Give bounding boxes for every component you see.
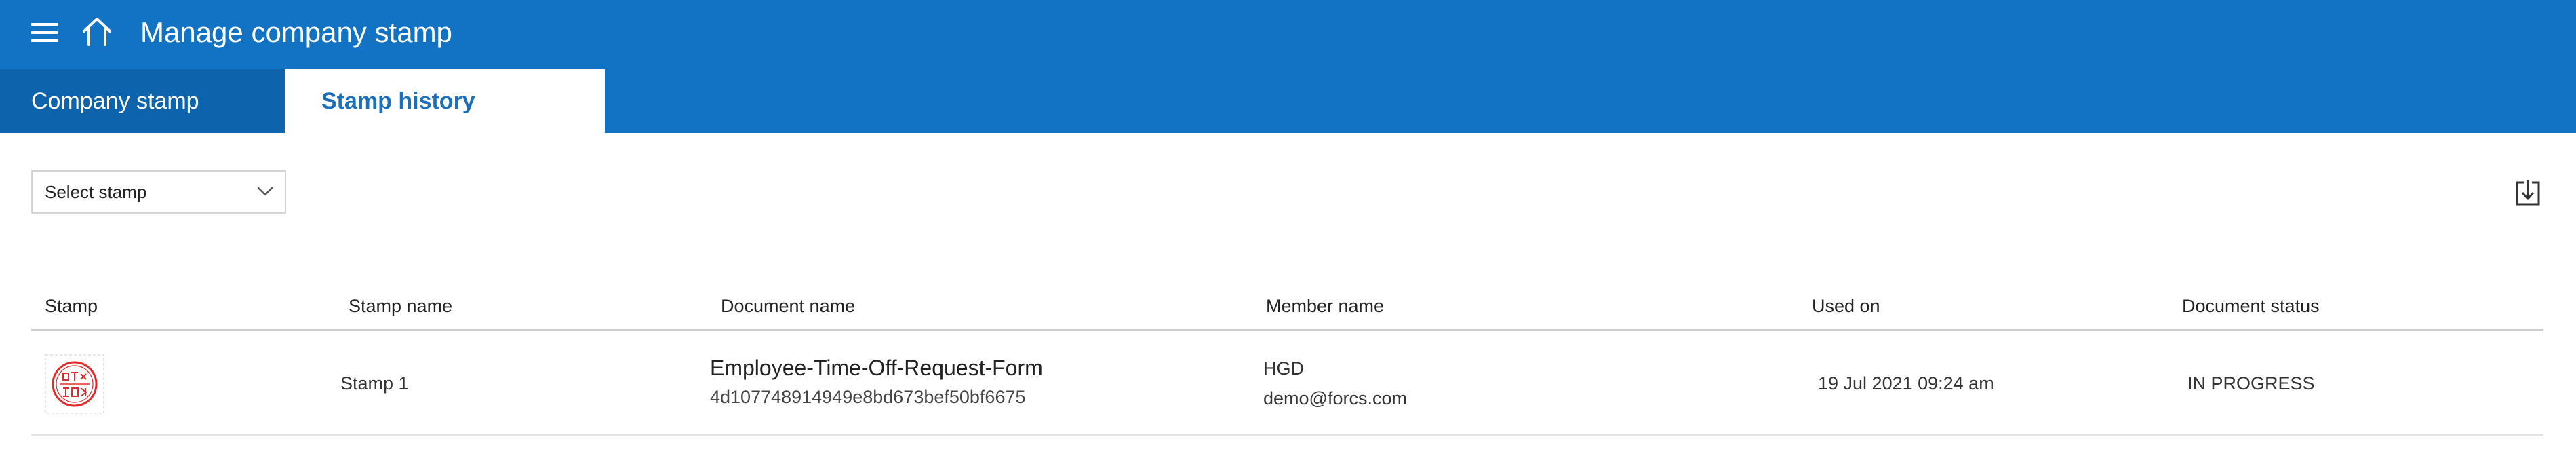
- used-on-cell: 19 Jul 2021 09:24 am: [1818, 373, 1994, 394]
- table-row[interactable]: Stamp 1 Employee-Time-Off-Request-Form 4…: [31, 332, 2543, 436]
- top-bar: Manage company stamp Company stamp Stamp…: [0, 0, 2576, 133]
- stamp-name-cell: Stamp 1: [340, 373, 409, 394]
- column-header-member-name[interactable]: Member name: [1266, 296, 1384, 317]
- column-header-used-on[interactable]: Used on: [1812, 296, 1880, 317]
- stamp-select-value: Select stamp: [45, 182, 147, 202]
- document-name-link[interactable]: Employee-Time-Off-Request-Form: [710, 356, 1043, 381]
- stamp-image: [45, 354, 104, 414]
- member-email: demo@forcs.com: [1263, 388, 1407, 408]
- column-header-stamp-name[interactable]: Stamp name: [349, 296, 452, 317]
- stamp-select[interactable]: Select stamp: [31, 170, 286, 214]
- download-icon[interactable]: [2515, 180, 2541, 206]
- column-header-stamp[interactable]: Stamp: [45, 296, 98, 317]
- column-header-document-status[interactable]: Document status: [2182, 296, 2320, 317]
- page-title: Manage company stamp: [140, 16, 452, 48]
- home-icon[interactable]: [80, 15, 114, 49]
- tab-bar: Company stamp Stamp history: [0, 69, 2576, 133]
- table-header: Stamp Stamp name Document name Member na…: [31, 284, 2543, 331]
- tab-stamp-history[interactable]: Stamp history: [285, 69, 605, 133]
- document-id: 4d107748914949e8bd673bef50bf6675: [710, 387, 1026, 407]
- tab-company-stamp[interactable]: Company stamp: [0, 69, 285, 133]
- hamburger-menu-icon[interactable]: [28, 19, 61, 46]
- member-name: HGD: [1263, 358, 1304, 379]
- column-header-document-name[interactable]: Document name: [721, 296, 855, 317]
- status-badge: IN PROGRESS: [2187, 373, 2315, 394]
- chevron-down-icon: [257, 187, 273, 196]
